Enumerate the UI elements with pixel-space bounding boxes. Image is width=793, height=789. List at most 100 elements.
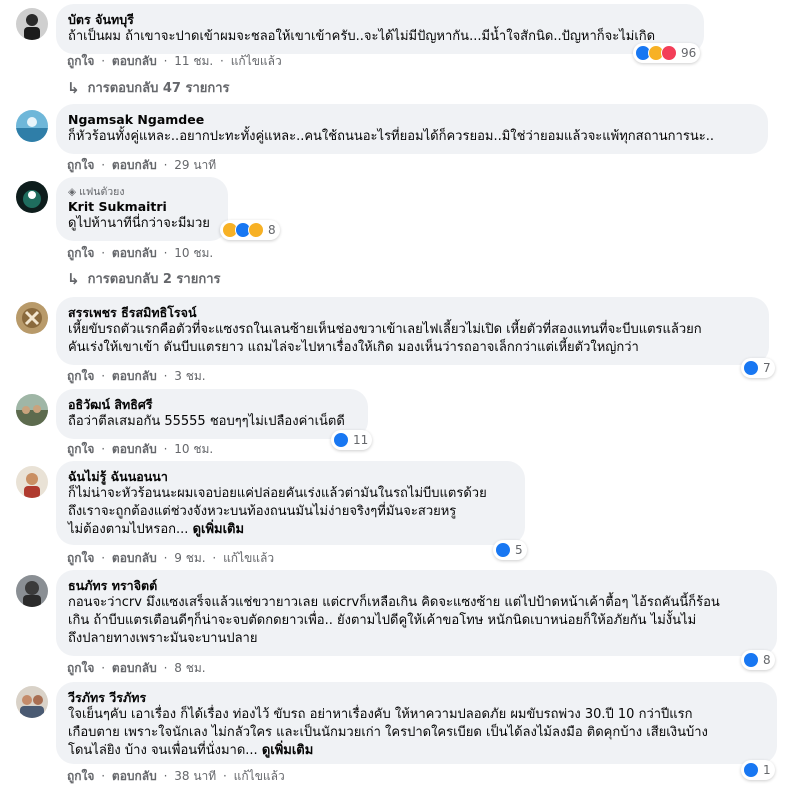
like-button[interactable]: ถูกใจ — [67, 158, 94, 172]
avatar[interactable] — [16, 575, 48, 607]
comment-text: ถึงเราจะถูกต้องแต่ช่วงจังหวะบนท้องถนนมัน… — [68, 504, 457, 519]
comment-author[interactable]: ฉันไม่รู้ ฉันนอนนา — [68, 469, 513, 485]
like-button[interactable]: ถูกใจ — [67, 369, 94, 383]
reply-button[interactable]: ตอบกลับ — [112, 246, 157, 260]
comment-text: ถ้าเป็นผม ถ้าเขาจะปาดเข้าผมจะชลอให้เขาเข… — [68, 29, 656, 44]
separator: · — [101, 158, 106, 172]
avatar[interactable] — [16, 686, 48, 718]
reply-button[interactable]: ตอบกลับ — [112, 551, 157, 565]
comment-text: ไม่ต้องตามไปหรอก... — [68, 522, 189, 537]
separator: · — [163, 661, 168, 675]
separator: · — [220, 54, 224, 68]
comment-text: กอนจะว่าcrv มึงแซงเสร็จแล้วแช่ขวายาวเลย … — [68, 595, 720, 610]
comment-text-last: ไม่ต้องตามไปหรอก... ดูเพิ่มเติม — [68, 521, 513, 539]
avatar[interactable] — [16, 394, 48, 426]
reaction-count: 96 — [681, 46, 697, 60]
comment-actions: ถูกใจ · ตอบกลับ · 3 ชม. — [67, 368, 206, 384]
like-button[interactable]: ถูกใจ — [67, 54, 94, 68]
love-icon — [661, 45, 677, 61]
like-button[interactable]: ถูกใจ — [67, 661, 94, 675]
avatar[interactable] — [16, 110, 48, 142]
comment-time[interactable]: 29 นาที — [174, 158, 216, 172]
separator: · — [163, 158, 168, 172]
comment-author[interactable]: ธนภัทร ทราจิตต์ — [68, 578, 765, 594]
reply-button[interactable]: ตอบกลับ — [112, 442, 157, 456]
comment-actions: ถูกใจ · ตอบกลับ · 10 ชม. — [67, 441, 213, 457]
comment-author[interactable]: วีรภัทร วีรภัทร — [68, 690, 765, 706]
see-more-link[interactable]: ดูเพิ่มเติม — [262, 743, 313, 758]
reply-button[interactable]: ตอบกลับ — [112, 158, 157, 172]
reaction-count: 8 — [268, 223, 276, 237]
view-replies-button[interactable]: ↳ การตอบกลับ 47 รายการ — [67, 77, 230, 98]
comment-text: เกิน ถ้าบีบแตรเตือนดีๆก็น่าจะจบตัดกดยาวเ… — [68, 613, 697, 628]
comment-time[interactable]: 38 นาที — [174, 769, 216, 783]
reaction-summary[interactable]: 11 — [331, 430, 373, 450]
reaction-summary[interactable]: 8 — [220, 220, 280, 240]
edited-label: แก้ไขแล้ว — [230, 54, 282, 68]
comment-text: ก็ไม่น่าจะหัวร้อนนะผมเจอบ่อยแค่ปล่อยคันเ… — [68, 486, 487, 501]
comment-bubble: ◈ แฟนตัวยง Krit Sukmaitri ดูไปห้านาทีนี่… — [56, 177, 228, 241]
avatar[interactable] — [16, 8, 48, 40]
edited-label: แก้ไขแล้ว — [233, 769, 285, 783]
comment-author[interactable]: บัตร จันทบุรี — [68, 12, 692, 28]
like-button[interactable]: ถูกใจ — [67, 442, 94, 456]
comment-author[interactable]: Ngamsak Ngamdee — [68, 112, 756, 128]
separator: · — [101, 769, 106, 783]
separator: · — [163, 551, 168, 565]
replies-label: การตอบกลับ 47 รายการ — [87, 81, 230, 96]
comment-author[interactable]: สรรเพชร ธีรสมิทธิโรจน์ — [68, 305, 757, 321]
comment-text: โดนไล่ยิง บ้าง จนเพื่อนที่นั่งมาด... — [68, 743, 258, 758]
separator: · — [101, 551, 106, 565]
separator: · — [101, 246, 106, 260]
avatar[interactable] — [16, 181, 48, 213]
see-more-link[interactable]: ดูเพิ่มเติม — [193, 522, 244, 537]
reaction-summary[interactable]: 8 — [741, 650, 775, 670]
reply-button[interactable]: ตอบกลับ — [112, 369, 157, 383]
comment-author[interactable]: อธิวัฒน์ สิทธิศรี — [68, 397, 356, 413]
comment-actions: ถูกใจ · ตอบกลับ · 11 ชม. · แก้ไขแล้ว — [67, 53, 282, 69]
like-icon — [333, 432, 349, 448]
like-button[interactable]: ถูกใจ — [67, 246, 94, 260]
separator: · — [101, 369, 106, 383]
comment-text: เกือบตาย เพราะใจนักเลง ไม่กลัวใคร และเป็… — [68, 725, 708, 740]
view-replies-button[interactable]: ↳ การตอบกลับ 2 รายการ — [67, 268, 220, 289]
care-icon — [248, 222, 264, 238]
separator: · — [223, 769, 227, 783]
reply-button[interactable]: ตอบกลับ — [112, 54, 157, 68]
separator: · — [163, 54, 168, 68]
avatar[interactable] — [16, 466, 48, 498]
comment-time[interactable]: 10 ชม. — [174, 442, 213, 456]
fan-badge: ◈ แฟนตัวยง — [68, 185, 216, 199]
comment-time[interactable]: 11 ชม. — [174, 54, 213, 68]
comment-text: ถึงปลายทางเพราะมันจะบานปลาย — [68, 631, 258, 646]
like-button[interactable]: ถูกใจ — [67, 551, 94, 565]
reaction-summary[interactable]: 96 — [633, 43, 701, 63]
badge-label: แฟนตัวยง — [79, 186, 125, 198]
comment-time[interactable]: 8 ชม. — [174, 661, 205, 675]
comment-time[interactable]: 10 ชม. — [174, 246, 213, 260]
diamond-icon: ◈ — [68, 186, 77, 198]
reply-button[interactable]: ตอบกลับ — [112, 769, 157, 783]
reply-button[interactable]: ตอบกลับ — [112, 661, 157, 675]
comment-actions: ถูกใจ · ตอบกลับ · 38 นาที · แก้ไขแล้ว — [67, 768, 285, 784]
avatar[interactable] — [16, 302, 48, 334]
comment-actions: ถูกใจ · ตอบกลับ · 8 ชม. — [67, 660, 206, 676]
comment-time[interactable]: 3 ชม. — [174, 369, 205, 383]
like-button[interactable]: ถูกใจ — [67, 769, 94, 783]
comment-bubble: บัตร จันทบุรี ถ้าเป็นผม ถ้าเขาจะปาดเข้าผ… — [56, 4, 704, 54]
reaction-summary[interactable]: 7 — [741, 358, 775, 378]
separator: · — [163, 442, 168, 456]
reaction-summary[interactable]: 1 — [741, 760, 775, 780]
like-icon — [743, 360, 759, 376]
comment-time[interactable]: 9 ชม. — [174, 551, 205, 565]
comment-bubble: อธิวัฒน์ สิทธิศรี ถือว่าตีลเสมอกัน 55555… — [56, 389, 368, 439]
separator: · — [101, 661, 106, 675]
comment-author[interactable]: Krit Sukmaitri — [68, 199, 216, 215]
separator: · — [101, 54, 106, 68]
comment-text: คันเร่งให้เขาเข้า ดันบีบแตรยาว แถมไล่จะไ… — [68, 340, 639, 355]
comment-bubble: สรรเพชร ธีรสมิทธิโรจน์ เหี้ยขับรถตัวแรกค… — [56, 297, 769, 365]
comment-text-last: โดนไล่ยิง บ้าง จนเพื่อนที่นั่งมาด... ดูเ… — [68, 742, 765, 760]
reaction-summary[interactable]: 5 — [493, 540, 527, 560]
reaction-count: 7 — [763, 361, 771, 375]
comment-text: ดูไปห้านาทีนี่กว่าจะมีมวย — [68, 216, 210, 231]
